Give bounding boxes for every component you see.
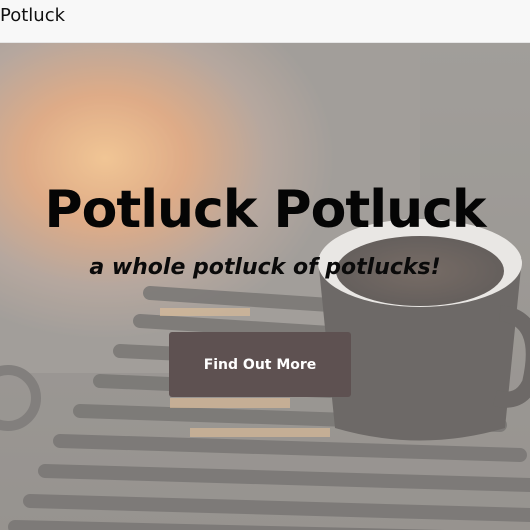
top-navbar: Potluck bbox=[0, 0, 530, 43]
find-out-more-button[interactable]: Find Out More bbox=[169, 332, 351, 397]
hero-title: Potluck Potluck bbox=[44, 180, 487, 240]
hero-subtitle: a whole potluck of potlucks! bbox=[89, 255, 441, 280]
brand-link[interactable]: Potluck bbox=[0, 5, 65, 26]
hero-overlay bbox=[0, 43, 530, 530]
hero-section: Potluck Potluck a whole potluck of potlu… bbox=[0, 43, 530, 530]
